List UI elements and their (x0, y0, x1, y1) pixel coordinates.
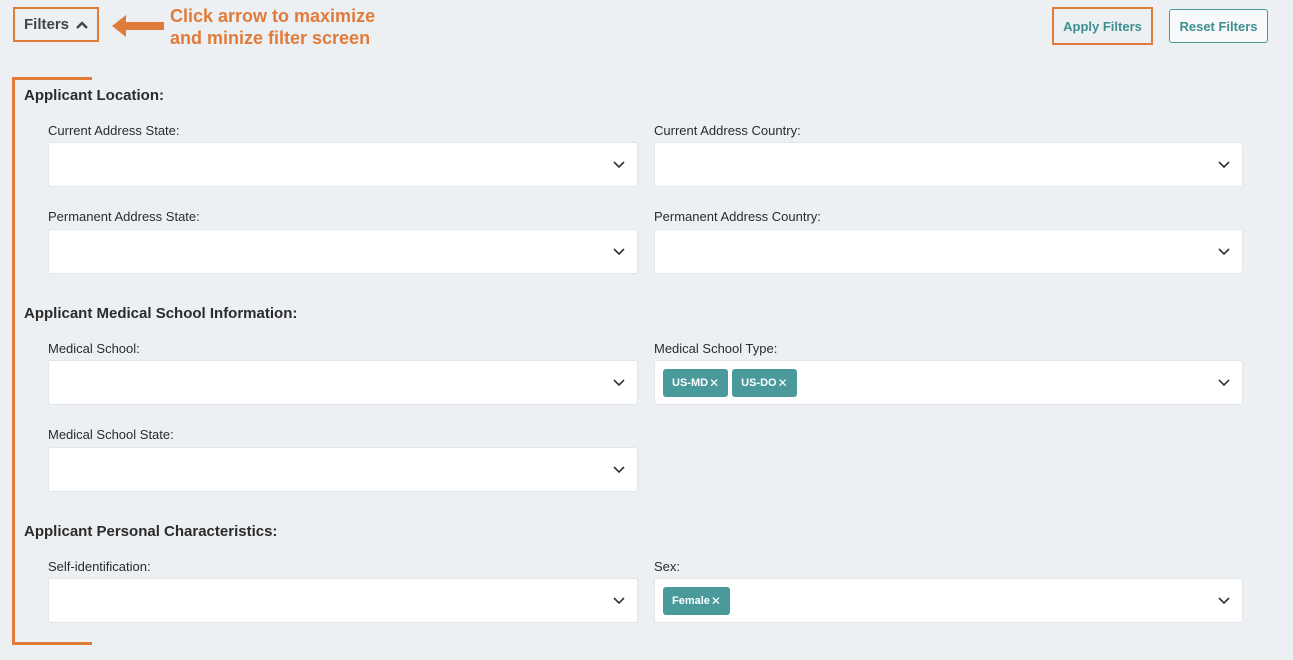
self-identification-label: Self-identification: (48, 559, 151, 574)
reset-filters-button[interactable]: Reset Filters (1169, 9, 1268, 43)
chip-label: Female (672, 595, 710, 607)
chevron-down-icon (613, 161, 625, 169)
chip-female[interactable]: Female ✕ (663, 587, 730, 615)
sex-label: Sex: (654, 559, 681, 574)
chip-label: US-DO (741, 377, 777, 389)
current-country-select[interactable] (654, 142, 1243, 187)
chevron-up-icon[interactable] (75, 20, 89, 30)
selected-chips: Female ✕ (663, 587, 730, 615)
current-state-select[interactable] (48, 142, 638, 187)
medical-school-label: Medical School: (48, 341, 140, 356)
permanent-country-label: Permanent Address Country: (654, 209, 821, 224)
medical-school-select[interactable] (48, 360, 638, 405)
close-icon[interactable]: ✕ (778, 376, 788, 390)
sex-select[interactable]: Female ✕ (654, 578, 1243, 623)
apply-filters-label: Apply Filters (1063, 18, 1142, 34)
section-title-medical: Applicant Medical School Information: (24, 305, 298, 322)
permanent-country-select[interactable] (654, 229, 1243, 274)
annotation-text: Click arrow to maximize and minize filte… (170, 6, 376, 48)
close-icon[interactable]: ✕ (709, 376, 719, 390)
chevron-down-icon (1218, 597, 1230, 605)
selected-chips: US-MD ✕ US-DO ✕ (663, 369, 797, 397)
chip-us-do[interactable]: US-DO ✕ (732, 369, 797, 397)
chevron-down-icon (1218, 379, 1230, 387)
chip-label: US-MD (672, 377, 709, 389)
filters-label: Filters (24, 16, 70, 33)
medical-school-type-select[interactable]: US-MD ✕ US-DO ✕ (654, 360, 1243, 405)
self-identification-select[interactable] (48, 578, 638, 623)
permanent-state-label: Permanent Address State: (48, 209, 200, 224)
chevron-down-icon (613, 597, 625, 605)
section-title-personal: Applicant Personal Characteristics: (24, 523, 278, 540)
permanent-state-select[interactable] (48, 229, 638, 274)
current-country-label: Current Address Country: (654, 123, 801, 138)
annotation-arrow-icon (112, 15, 164, 37)
chevron-down-icon (1218, 161, 1230, 169)
apply-filters-button[interactable]: Apply Filters (1052, 7, 1153, 45)
medical-school-state-label: Medical School State: (48, 427, 174, 442)
chip-us-md[interactable]: US-MD ✕ (663, 369, 729, 397)
chevron-down-icon (613, 466, 625, 474)
section-title-location: Applicant Location: (24, 87, 164, 104)
chevron-down-icon (1218, 248, 1230, 256)
close-icon[interactable]: ✕ (711, 594, 721, 608)
chevron-down-icon (613, 248, 625, 256)
medical-school-type-label: Medical School Type: (654, 341, 778, 356)
chevron-down-icon (613, 379, 625, 387)
current-state-label: Current Address State: (48, 123, 180, 138)
filters-toggle[interactable]: Filters (13, 7, 99, 42)
medical-school-state-select[interactable] (48, 447, 638, 492)
